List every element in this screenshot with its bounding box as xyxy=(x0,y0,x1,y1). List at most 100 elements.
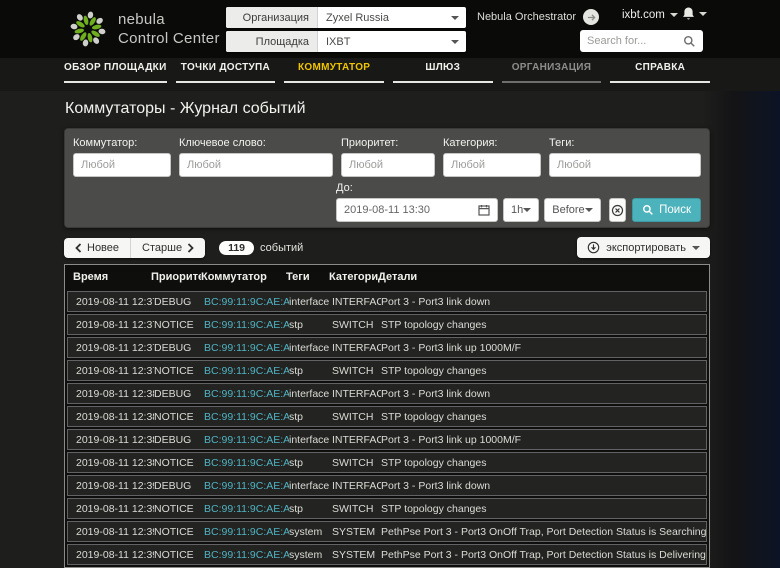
chevron-down-icon xyxy=(670,13,678,17)
tab-site-overview[interactable]: ОБЗОР ПЛОЩАДКИ xyxy=(64,62,167,83)
cell-priority: DEBUG xyxy=(154,480,204,492)
table-row: 2019-08-11 12:39:40NOTICEBC:99:11:9C:AE:… xyxy=(67,521,707,542)
tab-switch[interactable]: КОММУТАТОР xyxy=(284,62,384,83)
cell-details: STP topology changes xyxy=(381,411,706,423)
filter-until-row: До: 1h Before xyxy=(336,182,701,222)
cell-priority: NOTICE xyxy=(154,457,204,469)
cell-priority: DEBUG xyxy=(154,434,204,446)
chevron-down-icon xyxy=(451,7,466,28)
brand-line1: nebula xyxy=(118,10,220,29)
cell-switch[interactable]: BC:99:11:9C:AE:AF xyxy=(204,480,289,492)
cell-time: 2019-08-11 12:38:25 xyxy=(68,457,154,469)
newer-button[interactable]: Новее xyxy=(64,238,130,258)
cell-category: SWITCH xyxy=(332,319,381,331)
direction-select[interactable]: Before xyxy=(544,198,600,222)
bell-icon xyxy=(681,6,696,22)
table-row: 2019-08-11 12:38:22NOTICEBC:99:11:9C:AE:… xyxy=(67,406,707,427)
filter-label-tags: Теги: xyxy=(549,137,701,149)
filter-input-keyword[interactable] xyxy=(179,153,333,177)
filter-input-priority[interactable] xyxy=(341,153,435,177)
cell-time: 2019-08-11 12:38:22 xyxy=(68,388,154,400)
search-input[interactable] xyxy=(587,35,683,47)
column-header-switch[interactable]: Коммутатор xyxy=(201,271,286,283)
search-button-label: Поиск xyxy=(659,204,691,216)
column-header-tags[interactable]: Теги xyxy=(286,271,329,283)
cell-switch[interactable]: BC:99:11:9C:AE:AF xyxy=(204,388,289,400)
column-header-category[interactable]: Категория xyxy=(329,271,378,283)
chevron-right-icon xyxy=(187,243,194,253)
export-button-label: экспортировать xyxy=(606,242,686,254)
cell-priority: NOTICE xyxy=(154,365,204,377)
cell-switch[interactable]: BC:99:11:9C:AE:AF xyxy=(204,526,289,538)
newer-button-label: Новее xyxy=(87,242,119,254)
cell-time: 2019-08-11 12:38:22 xyxy=(68,411,154,423)
context-selectors: Организация Zyxel Russia Площадка IXBT xyxy=(226,7,466,55)
cell-category: SWITCH xyxy=(332,411,381,423)
calendar-icon[interactable] xyxy=(478,204,490,216)
event-table-body: 2019-08-11 12:37:55DEBUGBC:99:11:9C:AE:A… xyxy=(65,291,709,565)
column-header-priority[interactable]: Приоритет xyxy=(151,271,201,283)
cell-details: Port 3 - Port3 link down xyxy=(381,296,706,308)
cell-time: 2019-08-11 12:39:54 xyxy=(68,549,154,561)
nebula-orchestrator-label: Nebula Orchestrator xyxy=(477,11,576,23)
tab-access-points[interactable]: ТОЧКИ ДОСТУПА xyxy=(176,62,276,83)
column-header-details[interactable]: Детали xyxy=(378,271,709,283)
account-menu[interactable]: ixbt.com xyxy=(622,9,678,21)
table-row: 2019-08-11 12:38:22DEBUGBC:99:11:9C:AE:A… xyxy=(67,383,707,404)
cell-category: INTERFACE xyxy=(332,480,381,492)
top-bar: nebula Control Center Организация Zyxel … xyxy=(0,0,780,58)
chevron-down-icon xyxy=(451,31,466,52)
cell-tags: interface xyxy=(289,296,332,308)
cell-switch[interactable]: BC:99:11:9C:AE:AF xyxy=(204,342,289,354)
cell-switch[interactable]: BC:99:11:9C:AE:AF xyxy=(204,319,289,331)
cell-tags: interface xyxy=(289,388,332,400)
cell-time: 2019-08-11 12:37:55 xyxy=(68,296,154,308)
filter-label-category: Категория: xyxy=(443,137,541,149)
cell-time: 2019-08-11 12:37:59 xyxy=(68,342,154,354)
export-icon xyxy=(587,241,600,254)
reset-filters-button[interactable] xyxy=(609,198,626,222)
range-select-value: 1h xyxy=(511,204,523,216)
pagination-row: Новее Старше 119 событий экспортировать xyxy=(64,235,710,260)
cell-switch[interactable]: BC:99:11:9C:AE:AF xyxy=(204,411,289,423)
search-button[interactable]: Поиск xyxy=(632,198,701,222)
cell-category: INTERFACE xyxy=(332,342,381,354)
search-icon[interactable] xyxy=(683,35,696,48)
cell-tags: stp xyxy=(289,319,332,331)
export-button[interactable]: экспортировать xyxy=(577,237,710,258)
filter-input-category[interactable] xyxy=(443,153,541,177)
organization-selector[interactable]: Организация Zyxel Russia xyxy=(226,7,466,28)
notifications-menu[interactable] xyxy=(681,6,707,22)
cell-switch[interactable]: BC:99:11:9C:AE:AF xyxy=(204,503,289,515)
cell-switch[interactable]: BC:99:11:9C:AE:AF xyxy=(204,434,289,446)
count-suffix: событий xyxy=(260,242,303,254)
cell-switch[interactable]: BC:99:11:9C:AE:AF xyxy=(204,296,289,308)
until-datetime-input[interactable] xyxy=(344,204,478,216)
filter-input-switch[interactable] xyxy=(73,153,171,177)
table-row: 2019-08-11 12:37:55DEBUGBC:99:11:9C:AE:A… xyxy=(67,291,707,312)
orchestrator-launch-button[interactable] xyxy=(583,9,599,25)
filter-field-tags: Теги: xyxy=(549,137,701,177)
column-header-time[interactable]: Время xyxy=(65,271,151,283)
arrow-right-icon xyxy=(587,13,596,22)
event-table-header: ВремяПриоритетКоммутаторТегиКатегорияДет… xyxy=(65,265,709,289)
tab-organization[interactable]: ОРГАНИЗАЦИЯ xyxy=(502,62,602,83)
cell-switch[interactable]: BC:99:11:9C:AE:AF xyxy=(204,457,289,469)
pager-group: Новее Старше xyxy=(64,238,205,258)
older-button[interactable]: Старше xyxy=(130,238,205,258)
filter-field-category: Категория: xyxy=(443,137,541,177)
table-row: 2019-08-11 12:37:59NOTICEBC:99:11:9C:AE:… xyxy=(67,360,707,381)
cell-switch[interactable]: BC:99:11:9C:AE:AF xyxy=(204,549,289,561)
cell-category: SWITCH xyxy=(332,457,381,469)
nebula-logo-icon xyxy=(67,8,109,50)
site-selector[interactable]: Площадка IXBT xyxy=(226,31,466,52)
cell-switch[interactable]: BC:99:11:9C:AE:AF xyxy=(204,365,289,377)
chevron-left-icon xyxy=(75,243,82,253)
tab-gateway[interactable]: ШЛЮЗ xyxy=(393,62,493,83)
filter-input-tags[interactable] xyxy=(549,153,701,177)
tab-help[interactable]: СПРАВКА xyxy=(610,62,710,83)
brand-title: nebula Control Center xyxy=(118,10,220,48)
chevron-down-icon xyxy=(692,246,700,250)
range-select[interactable]: 1h xyxy=(503,198,539,222)
cell-tags: system xyxy=(289,549,332,561)
